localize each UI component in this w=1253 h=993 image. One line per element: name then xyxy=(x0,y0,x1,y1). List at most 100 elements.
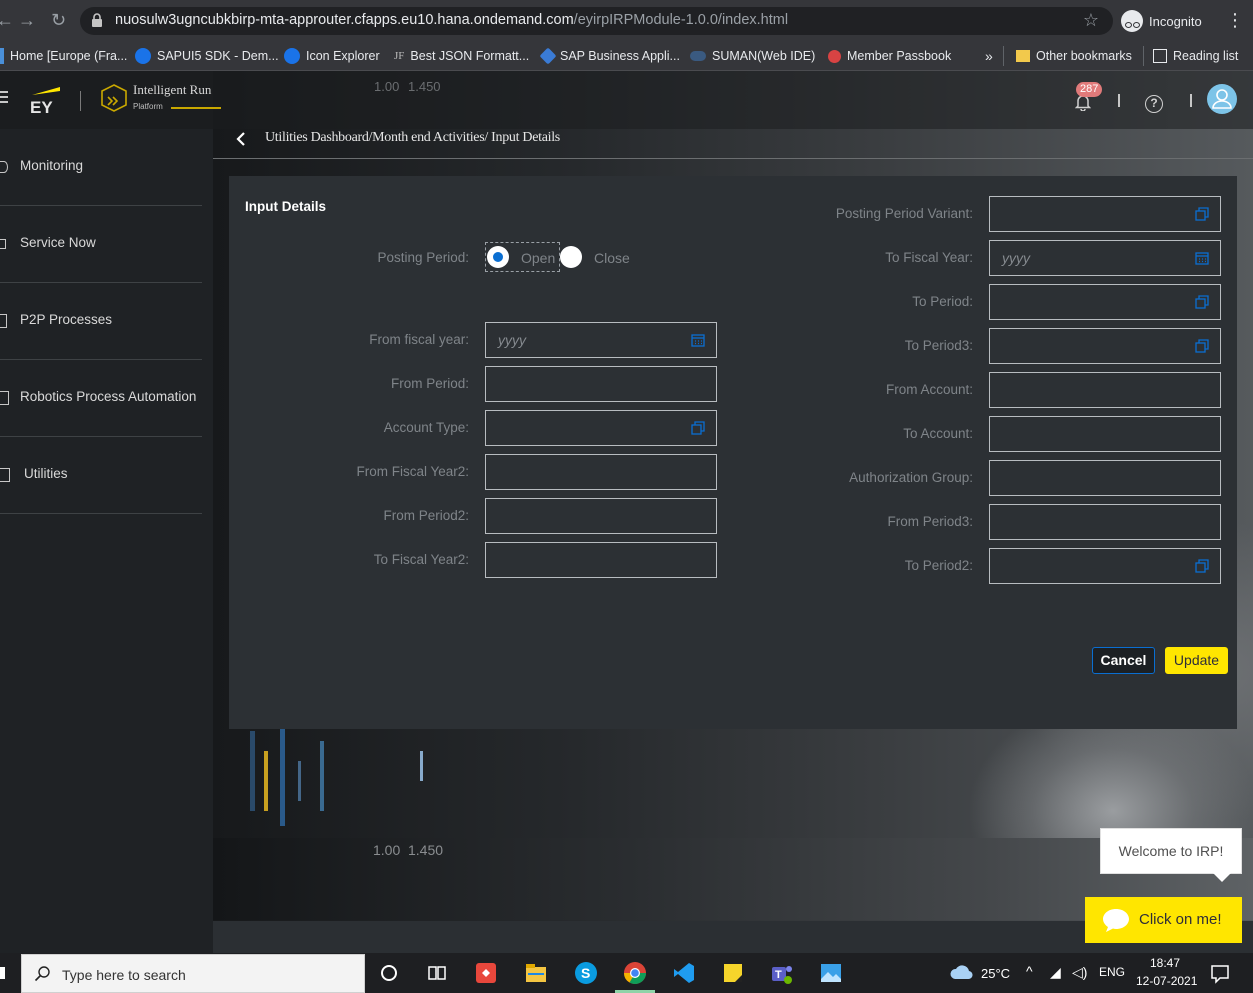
sidebar-item-utilities[interactable]: Utilities xyxy=(0,437,202,514)
back-arrow-icon[interactable]: ← xyxy=(0,10,14,30)
sidebar-item-label: P2P Processes xyxy=(20,312,113,327)
radio-close-label[interactable]: Close xyxy=(594,250,630,266)
value-help-icon[interactable] xyxy=(1195,559,1209,573)
from-period3-input[interactable] xyxy=(989,504,1221,540)
bookmark-sapui5[interactable]: SAPUI5 SDK - Dem... xyxy=(135,46,279,66)
task-view-icon[interactable] xyxy=(425,961,449,985)
help-icon[interactable]: ? xyxy=(1145,95,1163,113)
from-fiscal-year2-label: From Fiscal Year2: xyxy=(356,464,469,479)
file-explorer-icon[interactable] xyxy=(524,961,548,985)
address-bar[interactable]: nuosulw3ugncubkbirp-mta-approuter.cfapps… xyxy=(80,7,1113,35)
language-indicator[interactable]: ENG xyxy=(1099,965,1125,979)
bookmarks-overflow[interactable]: » xyxy=(985,46,993,66)
bookmark-sap-bas[interactable]: SAP Business Appli... xyxy=(539,46,680,66)
vscode-icon[interactable] xyxy=(672,961,696,985)
to-fiscal-year2-label: To Fiscal Year2: xyxy=(373,552,469,567)
to-account-input[interactable] xyxy=(989,416,1221,452)
weather-cloud-icon[interactable] xyxy=(948,961,974,985)
cortana-icon[interactable] xyxy=(377,961,401,985)
value-help-icon[interactable] xyxy=(691,421,705,435)
photos-icon[interactable] xyxy=(819,961,843,985)
to-period2-input[interactable] xyxy=(989,548,1221,584)
bookmark-label: SAPUI5 SDK - Dem... xyxy=(157,49,279,63)
bookmark-home[interactable]: Home [Europe (Fra... xyxy=(0,46,127,66)
calendar-icon[interactable] xyxy=(1195,251,1209,265)
calendar-icon[interactable] xyxy=(691,333,705,347)
weather-temperature[interactable]: 25°C xyxy=(981,966,1010,981)
from-account-input[interactable] xyxy=(989,372,1221,408)
notification-badge: 287 xyxy=(1076,82,1103,97)
clock-time[interactable]: 18:47 xyxy=(1150,956,1180,970)
tray-chevron-icon[interactable]: ^ xyxy=(1026,963,1033,979)
volume-icon[interactable]: ◁) xyxy=(1072,964,1087,981)
teams-icon[interactable]: T xyxy=(770,961,794,985)
to-fiscal-year2-input[interactable] xyxy=(485,542,717,578)
url-host: nuosulw3ugncubkbirp-mta-approuter.cfapps… xyxy=(115,12,574,28)
bookmark-label: Icon Explorer xyxy=(306,49,380,63)
ticker-number: 1.450 xyxy=(408,79,441,94)
value-help-icon[interactable] xyxy=(1195,339,1209,353)
from-period2-input[interactable] xyxy=(485,498,717,534)
notification-center-icon[interactable] xyxy=(1209,961,1231,985)
bookmark-json-formatter[interactable]: JF Best JSON Formatt... xyxy=(394,46,529,66)
bookmarks-divider xyxy=(1143,46,1144,66)
authorization-group-input[interactable] xyxy=(989,460,1221,496)
sticky-notes-icon[interactable] xyxy=(721,961,745,985)
forward-arrow-icon[interactable]: → xyxy=(18,10,36,30)
bookmark-label: Member Passbook xyxy=(847,49,952,63)
value-help-icon[interactable] xyxy=(1195,295,1209,309)
radio-open[interactable] xyxy=(487,246,509,268)
from-account-label: From Account: xyxy=(885,382,973,397)
to-fiscal-year-input[interactable]: yyyy xyxy=(989,240,1221,276)
bookmark-member-passbook[interactable]: Member Passbook xyxy=(828,46,951,66)
git-app-icon[interactable] xyxy=(474,961,498,985)
service-now-icon xyxy=(0,239,6,249)
from-fiscal-year-input[interactable]: yyyy xyxy=(485,322,717,358)
bookmark-star-icon[interactable]: ☆ xyxy=(1083,10,1099,31)
bookmark-web-ide[interactable]: SUMAN(Web IDE) xyxy=(690,46,815,66)
robotics-icon xyxy=(0,391,9,405)
sidebar-item-robotics-process-automation[interactable]: Robotics Process Automation xyxy=(0,360,202,437)
sidebar-item-service-now[interactable]: Service Now xyxy=(0,206,202,283)
user-avatar[interactable] xyxy=(1207,84,1237,114)
from-period-input[interactable] xyxy=(485,366,717,402)
other-bookmarks[interactable]: Other bookmarks xyxy=(1016,46,1132,66)
cancel-button[interactable]: Cancel xyxy=(1092,647,1155,674)
ticker-number: 1.00 xyxy=(374,79,400,94)
app-viewport: 1.00 1.450 1.00 1.450 EY Intelligent Run… xyxy=(0,71,1253,953)
back-chevron-icon[interactable] xyxy=(235,131,247,147)
background-candlesticks xyxy=(250,726,423,826)
to-period3-input[interactable] xyxy=(989,328,1221,364)
value-help-icon[interactable] xyxy=(1195,207,1209,221)
sap-icon xyxy=(0,48,4,64)
update-button[interactable]: Update xyxy=(1165,647,1228,674)
radio-close[interactable] xyxy=(560,246,582,268)
to-account-label: To Account: xyxy=(903,426,973,441)
sidebar-item-monitoring[interactable]: Monitoring xyxy=(0,129,202,206)
browser-menu-icon[interactable]: ⋮ xyxy=(1226,10,1244,31)
clock-date[interactable]: 12-07-2021 xyxy=(1136,974,1197,988)
radio-open-label[interactable]: Open xyxy=(521,250,555,266)
from-fiscal-year2-input[interactable] xyxy=(485,454,717,490)
taskbar-search[interactable]: Type here to search xyxy=(21,954,365,993)
sidebar-item-p2p-processes[interactable]: P2P Processes xyxy=(0,283,202,360)
incognito-indicator[interactable]: Incognito xyxy=(1121,9,1202,33)
skype-icon[interactable]: S xyxy=(574,961,598,985)
account-type-input[interactable] xyxy=(485,410,717,446)
bookmark-icon-explorer[interactable]: Icon Explorer xyxy=(284,46,380,66)
chrome-icon[interactable] xyxy=(623,961,647,985)
posting-period-variant-input[interactable] xyxy=(989,196,1221,232)
dialog-title: Input Details xyxy=(245,199,327,214)
sidebar-item-label: Utilities xyxy=(24,466,68,481)
posting-period-variant-label: Posting Period Variant: xyxy=(835,206,973,221)
reload-icon[interactable]: ↻ xyxy=(51,10,66,30)
ticker-number: 1.450 xyxy=(408,842,444,858)
chatbot-button[interactable]: Click on me! xyxy=(1085,897,1242,943)
reading-list-label: Reading list xyxy=(1173,49,1239,63)
reading-list[interactable]: Reading list xyxy=(1153,46,1238,66)
windows-start-icon[interactable] xyxy=(0,967,5,979)
to-period-input[interactable] xyxy=(989,284,1221,320)
network-icon[interactable]: ◢ xyxy=(1050,964,1061,981)
hamburger-menu-icon[interactable] xyxy=(0,91,8,103)
taskbar-search-placeholder: Type here to search xyxy=(62,967,186,983)
